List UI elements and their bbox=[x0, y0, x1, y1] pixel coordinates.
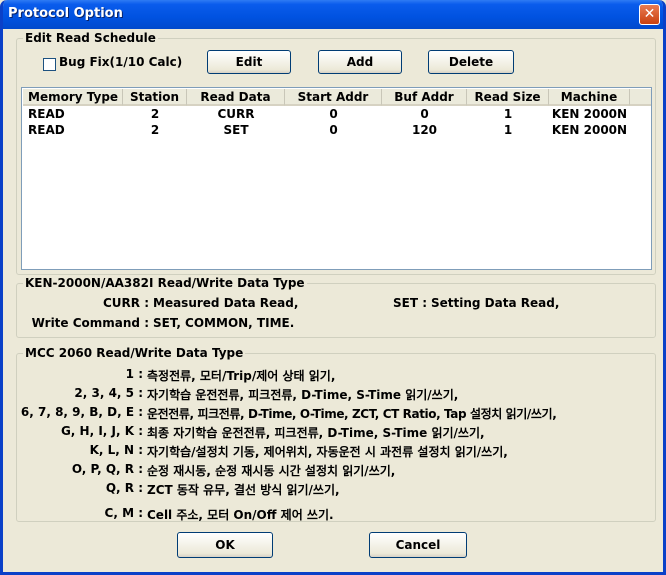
mcc-value: 최종 자기학습 운전전류, 피크전류, D-Time, S-Time 읽기/쓰기… bbox=[147, 426, 485, 440]
read-schedule-list[interactable]: Memory Type Station Read Data Start Addr… bbox=[21, 87, 652, 270]
mcc-value: 순정 재시동, 순정 재시동 시간 설정치 읽기/쓰기, bbox=[147, 464, 396, 478]
ken-set-value: Setting Data Read, bbox=[431, 296, 560, 310]
close-icon: ✕ bbox=[643, 6, 656, 22]
mcc-value: 운전전류, 피크전류, D-Time, O-Time, ZCT, CT Rati… bbox=[147, 407, 557, 421]
mcc-value: Cell 주소, 모터 On/Off 제어 쓰기. bbox=[147, 508, 334, 522]
mcc-key: G, H, I, J, K : bbox=[60, 424, 143, 438]
mcc-key: K, L, N : bbox=[89, 443, 143, 457]
mcc-key: C, M : bbox=[104, 506, 143, 520]
delete-button[interactable]: Delete bbox=[428, 50, 514, 74]
column-header-station[interactable]: Station bbox=[123, 89, 187, 106]
mcc-key: 6, 7, 8, 9, B, D, E : bbox=[20, 405, 143, 419]
cell-start-addr: 0 bbox=[329, 107, 338, 121]
edit-button[interactable]: Edit bbox=[207, 50, 291, 74]
ken-data-type-legend: KEN-2000N/AA382I Read/Write Data Type bbox=[23, 276, 307, 290]
ken-curr-key: CURR : bbox=[102, 296, 149, 310]
column-header-buf-addr[interactable]: Buf Addr bbox=[382, 89, 467, 106]
column-header-memory-type[interactable]: Memory Type bbox=[23, 89, 123, 106]
mcc-key: 1 : bbox=[125, 367, 143, 381]
ken-write-key: Write Command : bbox=[31, 316, 149, 330]
cell-memory-type: READ bbox=[28, 123, 65, 137]
close-button[interactable]: ✕ bbox=[639, 4, 660, 25]
cell-memory-type: READ bbox=[28, 107, 65, 121]
table-row[interactable]: READ 2 CURR 0 0 1 KEN 2000N bbox=[22, 107, 651, 123]
column-header-filler bbox=[630, 89, 651, 106]
mcc-value: 측정전류, 모터/Trip/제어 상태 읽기, bbox=[147, 369, 336, 383]
bugfix-label[interactable]: Bug Fix(1/10 Calc) bbox=[59, 55, 182, 69]
column-header-start-addr[interactable]: Start Addr bbox=[285, 89, 382, 106]
cell-station: 2 bbox=[150, 107, 160, 121]
cell-read-data: CURR bbox=[217, 107, 255, 121]
cell-read-data: SET bbox=[223, 123, 249, 137]
column-header-read-size[interactable]: Read Size bbox=[467, 89, 549, 106]
cell-start-addr: 0 bbox=[329, 123, 338, 137]
mcc-key: 2, 3, 4, 5 : bbox=[74, 386, 143, 400]
cancel-button[interactable]: Cancel bbox=[369, 532, 467, 558]
window-title: Protocol Option bbox=[8, 6, 123, 21]
cell-read-size: 1 bbox=[503, 123, 513, 137]
cell-read-size: 1 bbox=[503, 107, 513, 121]
ok-button[interactable]: OK bbox=[177, 532, 273, 558]
mcc-value: 자기학습/설정치 기동, 제어위치, 자동운전 시 과전류 설정치 읽기/쓰기, bbox=[147, 445, 508, 459]
ken-curr-value: Measured Data Read, bbox=[153, 296, 299, 310]
cell-machine: KEN 2000N bbox=[551, 107, 628, 121]
mcc-key: O, P, Q, R : bbox=[71, 462, 143, 476]
cell-buf-addr: 0 bbox=[420, 107, 429, 121]
column-header-read-data[interactable]: Read Data bbox=[187, 89, 285, 106]
column-header-machine[interactable]: Machine bbox=[549, 89, 630, 106]
bugfix-checkbox[interactable] bbox=[43, 58, 56, 71]
cell-buf-addr: 120 bbox=[411, 123, 438, 137]
mcc-value: 자기학습 운전전류, 피크전류, D-Time, S-Time 읽기/쓰기, bbox=[147, 388, 459, 402]
cell-machine: KEN 2000N bbox=[551, 123, 628, 137]
cell-station: 2 bbox=[150, 123, 160, 137]
title-bar[interactable]: Protocol Option ✕ bbox=[3, 0, 663, 29]
ken-set-key: SET : bbox=[392, 296, 427, 310]
mcc-data-type-legend: MCC 2060 Read/Write Data Type bbox=[23, 346, 246, 360]
table-row[interactable]: READ 2 SET 0 120 1 KEN 2000N bbox=[22, 123, 651, 139]
add-button[interactable]: Add bbox=[318, 50, 402, 74]
edit-read-schedule-legend: Edit Read Schedule bbox=[23, 31, 158, 45]
mcc-key: Q, R : bbox=[105, 481, 143, 495]
mcc-value: ZCT 동작 유무, 결선 방식 읽기/쓰기, bbox=[147, 483, 340, 497]
protocol-option-dialog: Protocol Option ✕ Edit Read Schedule Bug… bbox=[0, 0, 666, 575]
ken-write-value: SET, COMMON, TIME. bbox=[153, 316, 295, 330]
